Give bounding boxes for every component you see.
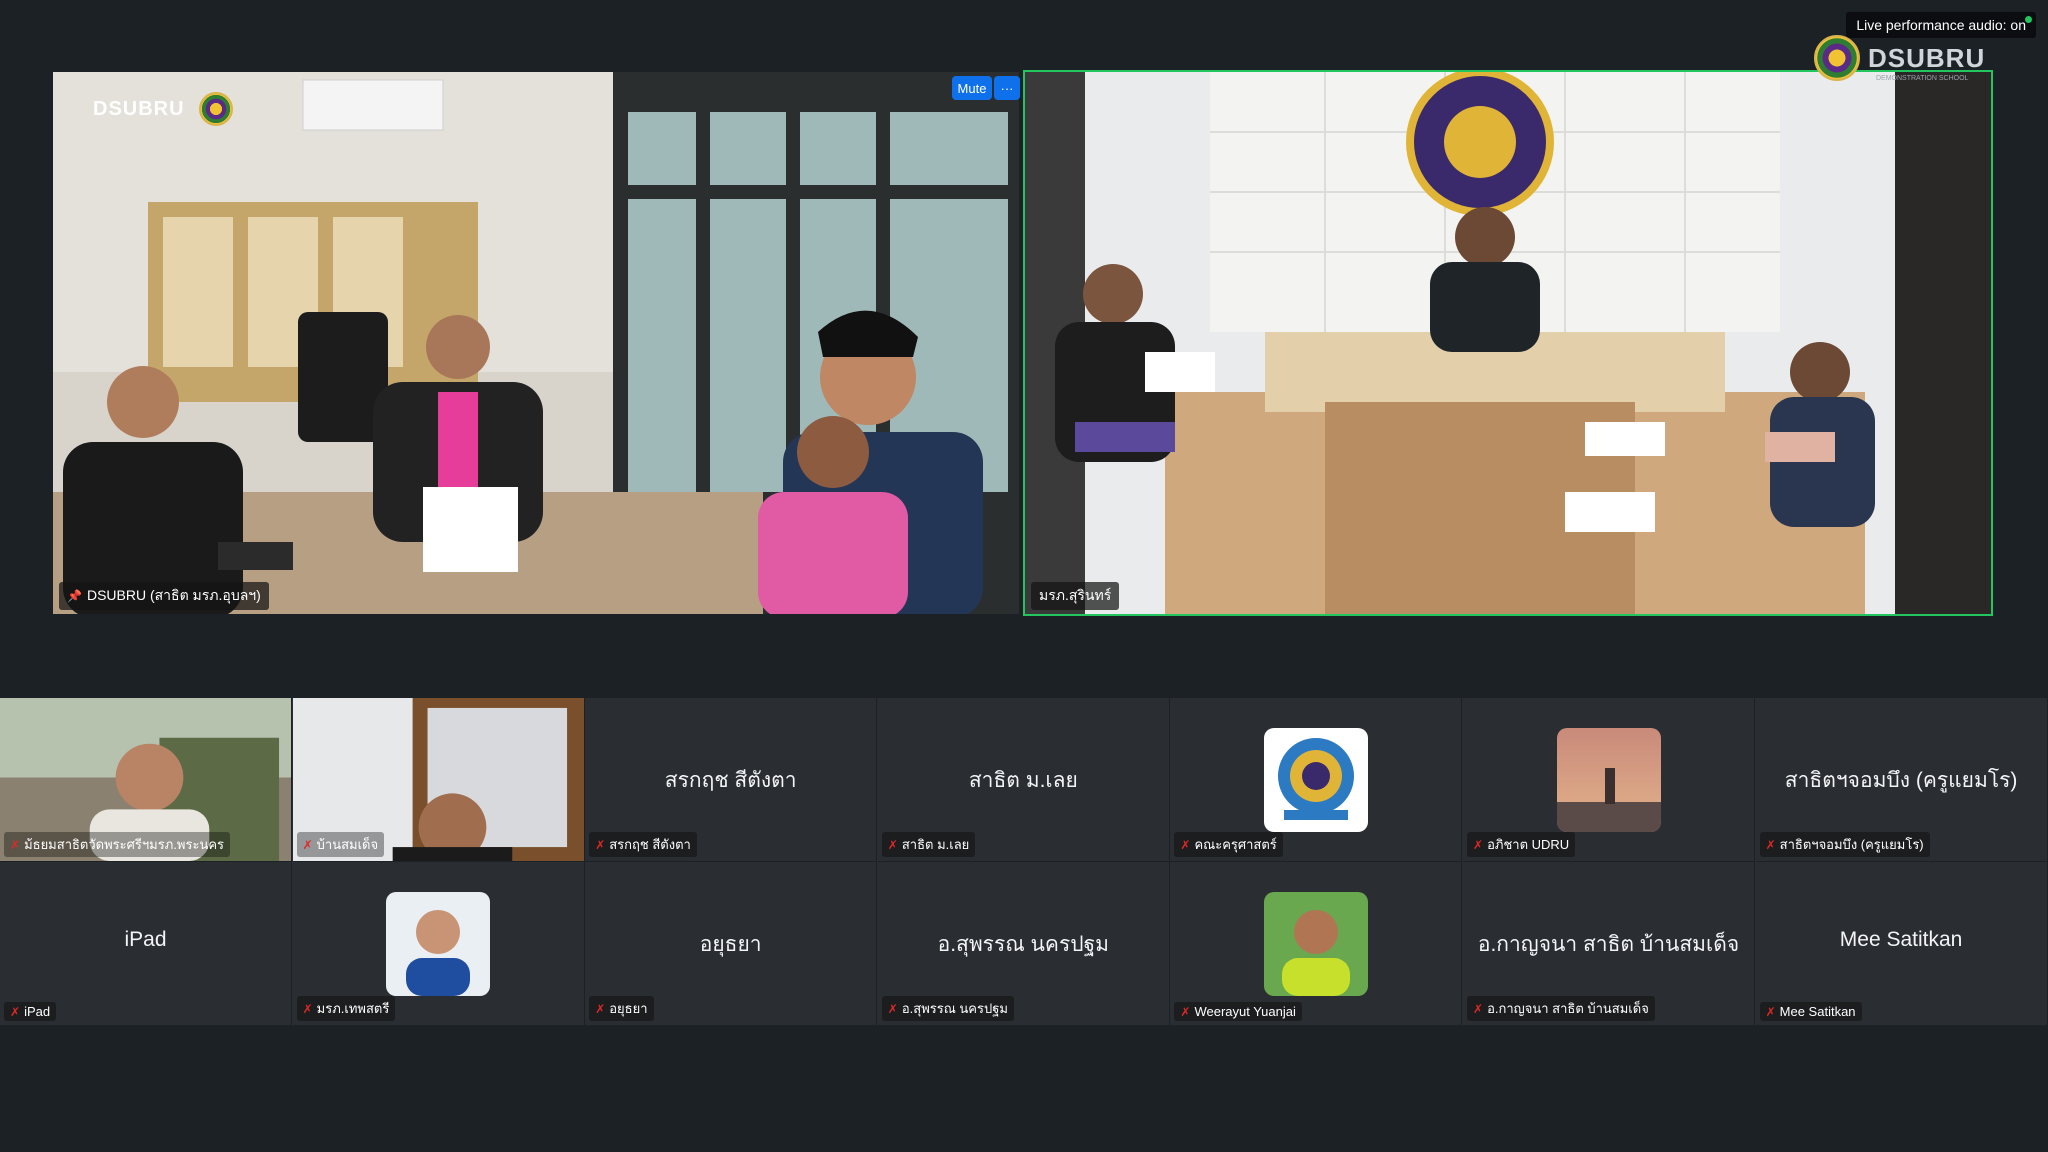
participant-name: อ.สุพรรณ นครปฐม	[901, 1001, 1008, 1016]
participant-tile[interactable]: iPad ✗ iPad	[0, 862, 292, 1026]
participant-name: Mee Satitkan	[1779, 1004, 1856, 1019]
participant-name: มรภ.เทพสตรี	[316, 1001, 390, 1016]
participant-name: สรกฤช สีตังตา	[609, 837, 691, 852]
participant-name-tag: ✗ บ้านสมเด็จ	[296, 832, 385, 857]
speaker-name-tag: 📌 DSUBRU (สาธิต มรภ.อุบลฯ)	[59, 582, 269, 610]
participant-display-name: สรกฤช สีตังตา	[664, 769, 797, 792]
participant-name-tag: ✗ มรภ.เทพสตรี	[296, 996, 396, 1021]
brand-logo-text: DSUBRU	[93, 97, 185, 120]
participant-name: สาธิตฯจอมบึง (ครูแยมโร)	[1779, 837, 1924, 852]
participant-tile[interactable]: ✗ ม้ธยมสาธิตวัดพระศรีฯมรภ.พระนคร	[0, 698, 292, 862]
participant-tile[interactable]: อยุธยา ✗ อยุธยา	[585, 862, 878, 1026]
university-seal-icon	[1814, 35, 1860, 81]
speaker-tile-left[interactable]: DSUBRU 📌 DSUBRU (สาธิต มรภ.อุบลฯ)	[51, 70, 1021, 616]
live-audio-text: Live performance audio: on	[1856, 17, 2026, 33]
participant-name-tag: ✗ อ.กาญจนา สาธิต บ้านสมเด็จ	[1467, 996, 1655, 1021]
participant-avatar	[1556, 728, 1661, 832]
participant-display-name: อ.กาญจนา สาธิต บ้านสมเด็จ	[1477, 933, 1740, 956]
participant-tile[interactable]: ✗ บ้านสมเด็จ	[292, 698, 585, 862]
participant-display-name: อยุธยา	[699, 933, 762, 956]
participant-name: อภิชาต UDRU	[1487, 837, 1570, 852]
mic-muted-icon: ✗	[10, 837, 21, 852]
participant-avatar	[1263, 728, 1368, 832]
speaker-tile-right[interactable]: มรภ.สุรินทร์	[1023, 70, 1993, 616]
participant-name: บ้านสมเด็จ	[316, 837, 379, 852]
mic-muted-icon: ✗	[1765, 1004, 1776, 1019]
corner-logo: DSUBRU	[93, 92, 233, 126]
participant-name-tag: ✗ สาธิตฯจอมบึง (ครูแยมโร)	[1759, 832, 1930, 857]
participant-display-name: อ.สุพรรณ นครปฐม	[937, 933, 1110, 956]
participant-tile[interactable]: ✗ มรภ.เทพสตรี	[292, 862, 585, 1026]
brand-name: DSUBRU	[1868, 42, 1986, 73]
participant-tile[interactable]: ✗ คณะครุศาสตร์	[1170, 698, 1463, 862]
recording-dot-icon	[2025, 16, 2032, 23]
participant-name: อ.กาญจนา สาธิต บ้านสมเด็จ	[1487, 1001, 1649, 1016]
participant-name: ม้ธยมสาธิตวัดพระศรีฯมรภ.พระนคร	[24, 837, 225, 852]
mic-muted-icon: ✗	[595, 837, 606, 852]
speaker-name: มรภ.สุรินทร์	[1039, 587, 1112, 603]
participant-gallery: ✗ ม้ธยมสาธิตวัดพระศรีฯมรภ.พระนคร ✗ บ้านสมเด…	[0, 698, 2048, 1026]
participant-tile[interactable]: สาธิตฯจอมบึง (ครูแยมโร) ✗ สาธิตฯจอมบึง (คร…	[1755, 698, 2048, 862]
mic-muted-icon: ✗	[302, 837, 313, 852]
participant-tile[interactable]: ✗ อภิชาต UDRU	[1463, 698, 1755, 862]
mic-muted-icon: ✗	[1180, 837, 1191, 852]
participant-display-name: iPad	[124, 928, 167, 951]
mic-muted-icon: ✗	[1765, 837, 1776, 852]
participant-name-tag: ✗ คณะครุศาสตร์	[1174, 832, 1283, 857]
participant-name-tag: ✗ อ.สุพรรณ นครปฐม	[881, 996, 1014, 1021]
pin-icon: 📌	[67, 589, 82, 603]
participant-tile[interactable]: Mee Satitkan ✗ Mee Satitkan	[1755, 862, 2048, 1026]
participant-tile[interactable]: อ.กาญจนา สาธิต บ้านสมเด็จ ✗ อ.กาญจนา สาธิต…	[1463, 862, 1755, 1026]
participant-name-tag: ✗ iPad	[4, 1002, 57, 1021]
video-feed-conference-room	[1025, 72, 1991, 614]
participant-name: คณะครุศาสตร์	[1194, 837, 1277, 852]
participant-name: สาธิต ม.เลย	[901, 837, 970, 852]
mic-muted-icon: ✗	[1473, 837, 1484, 852]
mic-muted-icon: ✗	[302, 1001, 313, 1016]
participant-name-tag: ✗ สรกฤช สีตังตา	[589, 832, 697, 857]
participant-name: อยุธยา	[609, 1001, 648, 1016]
participant-avatar	[1263, 892, 1368, 996]
participant-name-tag: ✗ Mee Satitkan	[1759, 1002, 1862, 1021]
mic-muted-icon: ✗	[595, 1001, 606, 1016]
mic-muted-icon: ✗	[887, 1001, 898, 1016]
brand-subtitle: DEMONSTRATION SCHOOL	[1876, 75, 1969, 82]
participant-name: Weerayut Yuanjai	[1194, 1004, 1296, 1019]
participant-avatar	[386, 892, 491, 996]
video-feed-office	[53, 72, 1019, 614]
mic-muted-icon: ✗	[10, 1004, 21, 1019]
mute-button[interactable]: Mute	[952, 76, 992, 100]
participant-name-tag: ✗ อภิชาต UDRU	[1467, 832, 1576, 857]
participant-name: iPad	[24, 1004, 51, 1019]
more-options-button[interactable]: ···	[994, 76, 1020, 100]
participant-name-tag: ✗ สาธิต ม.เลย	[881, 832, 976, 857]
participant-display-name: Mee Satitkan	[1839, 928, 1963, 951]
participant-tile[interactable]: อ.สุพรรณ นครปฐม ✗ อ.สุพรรณ นครปฐม	[877, 862, 1170, 1026]
speaker-name-tag: มรภ.สุรินทร์	[1031, 582, 1120, 610]
participant-name-tag: ✗ ม้ธยมสาธิตวัดพระศรีฯมรภ.พระนคร	[4, 832, 231, 857]
university-seal-icon	[198, 92, 233, 126]
brand-watermark: DSUBRU DEMONSTRATION SCHOOL	[1814, 35, 1986, 82]
mic-muted-icon: ✗	[1180, 1004, 1191, 1019]
participant-tile[interactable]: ✗ Weerayut Yuanjai	[1170, 862, 1463, 1026]
participant-name-tag: ✗ อยุธยา	[589, 996, 654, 1021]
mic-muted-icon: ✗	[887, 837, 898, 852]
participant-tile[interactable]: สรกฤช สีตังตา ✗ สรกฤช สีตังตา	[585, 698, 878, 862]
participant-name-tag: ✗ Weerayut Yuanjai	[1174, 1002, 1302, 1021]
mic-muted-icon: ✗	[1473, 1001, 1484, 1016]
participant-tile[interactable]: สาธิต ม.เลย ✗ สาธิต ม.เลย	[877, 698, 1170, 862]
speaker-name: DSUBRU (สาธิต มรภ.อุบลฯ)	[86, 587, 261, 603]
participant-display-name: สาธิตฯจอมบึง (ครูแยมโร)	[1784, 769, 2018, 792]
participant-display-name: สาธิต ม.เลย	[968, 769, 1078, 792]
